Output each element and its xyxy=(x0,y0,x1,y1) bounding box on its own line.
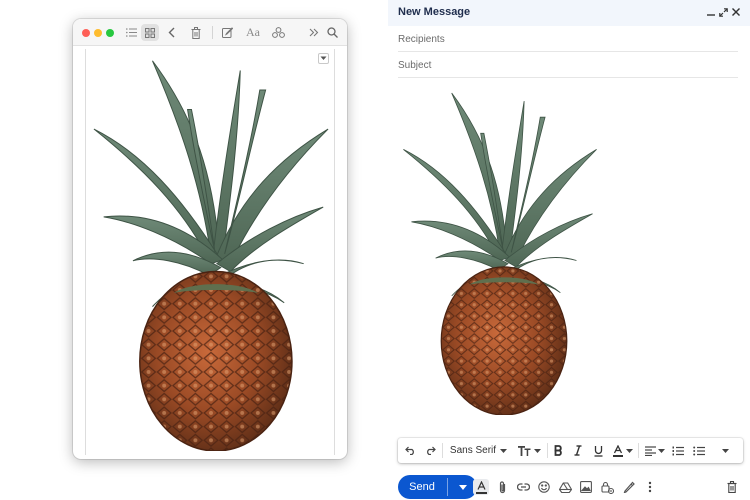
note-content[interactable] xyxy=(85,49,335,455)
minimize-icon[interactable] xyxy=(705,6,717,18)
signature-icon[interactable] xyxy=(621,479,637,495)
chevron-down-icon[interactable] xyxy=(657,442,666,459)
font-family-select[interactable]: Sans Serif xyxy=(448,442,498,459)
chevron-down-icon[interactable] xyxy=(625,442,634,459)
subject-placeholder: Subject xyxy=(398,60,432,71)
search-icon[interactable] xyxy=(325,24,339,41)
subject-field[interactable]: Subject xyxy=(398,52,738,78)
chevron-down-icon[interactable] xyxy=(499,442,508,459)
formatting-toolbar: Sans Serif xyxy=(398,438,743,463)
send-button[interactable]: Send xyxy=(398,475,477,499)
font-size-icon[interactable] xyxy=(517,442,533,459)
undo-icon[interactable] xyxy=(403,442,417,459)
formatting-options-icon[interactable] xyxy=(473,479,489,495)
compose-window: New Message Recipients Subject Sans Seri… xyxy=(388,0,750,500)
compose-header: New Message xyxy=(388,0,750,26)
divider xyxy=(638,443,639,458)
compose-icon[interactable] xyxy=(220,24,234,41)
align-icon[interactable] xyxy=(643,442,657,459)
divider xyxy=(442,443,443,458)
pineapple-image xyxy=(402,92,598,415)
zoom-window-button[interactable] xyxy=(106,29,114,37)
close-window-button[interactable] xyxy=(82,29,90,37)
bulleted-list-icon[interactable] xyxy=(692,442,706,459)
recipients-field[interactable]: Recipients xyxy=(398,26,738,52)
toolbar-divider xyxy=(212,26,213,39)
compose-title: New Message xyxy=(398,6,471,18)
notes-toolbar: Aa xyxy=(73,19,347,46)
minimize-window-button[interactable] xyxy=(94,29,102,37)
bold-icon[interactable] xyxy=(551,442,565,459)
confidential-icon[interactable] xyxy=(599,479,615,495)
drive-icon[interactable] xyxy=(557,479,573,495)
gallery-view-icon[interactable] xyxy=(141,24,159,41)
send-label: Send xyxy=(409,481,435,493)
notes-window: Aa xyxy=(73,19,347,459)
emoji-icon[interactable] xyxy=(536,479,552,495)
list-view-icon[interactable] xyxy=(123,24,139,41)
message-body[interactable] xyxy=(388,80,750,435)
redo-icon[interactable] xyxy=(423,442,437,459)
more-options-icon[interactable] xyxy=(642,479,658,495)
photo-icon[interactable] xyxy=(578,479,594,495)
numbered-list-icon[interactable] xyxy=(671,442,685,459)
divider xyxy=(547,443,548,458)
trash-icon[interactable] xyxy=(189,24,203,41)
recipients-placeholder: Recipients xyxy=(398,34,445,45)
underline-icon[interactable] xyxy=(591,442,605,459)
discard-icon[interactable] xyxy=(724,479,740,495)
expand-icon[interactable] xyxy=(717,6,729,18)
italic-icon[interactable] xyxy=(571,442,585,459)
more-formatting-icon[interactable] xyxy=(718,442,732,459)
back-icon[interactable] xyxy=(165,24,177,41)
text-color-icon[interactable] xyxy=(611,442,625,459)
more-icon[interactable] xyxy=(307,24,321,41)
chevron-down-icon[interactable] xyxy=(533,442,542,459)
pineapple-image xyxy=(93,59,329,451)
share-icon[interactable] xyxy=(270,24,286,41)
link-icon[interactable] xyxy=(515,479,531,495)
close-icon[interactable] xyxy=(730,6,742,18)
text-format-icon[interactable]: Aa xyxy=(245,24,261,41)
chevron-down-icon[interactable] xyxy=(318,53,329,64)
attach-icon[interactable] xyxy=(494,479,510,495)
